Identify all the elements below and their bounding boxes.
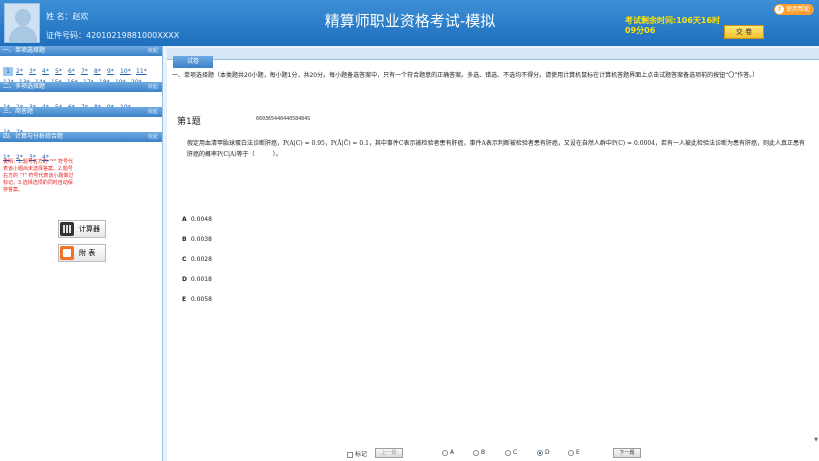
question-sections: 一、单项选择题收起12*3*4*5*6*7*8*9*10*11*12*13*14… xyxy=(0,46,162,161)
answer-radio-label: D xyxy=(545,449,550,456)
section-header: 一、单项选择题 收起 xyxy=(0,46,162,56)
answer-option[interactable]: D 0.0018 xyxy=(182,276,212,296)
candidate-name-label: 姓 名： xyxy=(46,12,73,21)
section-header: 四、计算与分析综合题 收起 xyxy=(0,132,162,142)
next-question-button[interactable]: 下一题 xyxy=(613,448,641,458)
answer-radio-item[interactable]: B xyxy=(473,449,485,456)
legend-note: 说明：1.题号右方的 "*" 符号代表该小题尚未选择答案。2.题号右方的 "?"… xyxy=(3,159,74,193)
tab-paper[interactable]: 试卷 xyxy=(173,56,213,68)
bottom-toolbar: 标记 上一题 A B C D E 下一题 xyxy=(167,448,819,461)
time-remaining: 考试剩余时间:106天16时 09分06 xyxy=(625,16,721,36)
answer-radio-item[interactable]: E xyxy=(568,449,580,456)
candidate-id-label: 证件号码： xyxy=(46,31,86,40)
section-title: 三、简答题 xyxy=(3,108,34,115)
scroll-down-icon[interactable]: ▼ xyxy=(814,437,818,443)
submit-exam-button[interactable]: 交 卷 xyxy=(724,25,764,39)
option-letter: C xyxy=(182,256,187,263)
question-number-row: 1*2* xyxy=(3,119,162,136)
collapse-section-button[interactable]: 收起 xyxy=(148,132,158,142)
option-letter: D xyxy=(182,276,187,283)
question-stem: 假定用血清甲胎球蛋白法诊断肝癌，P(A|C) = 0.95，P(Ā|C̄) = … xyxy=(187,140,805,158)
exam-title: 精算师职业资格考试-模拟 xyxy=(324,12,496,30)
vertical-scrollbar[interactable] xyxy=(814,61,819,441)
section-title: 一、单项选择题 xyxy=(3,47,46,54)
section-header: 二、多项选择题 收起 xyxy=(0,82,162,92)
candidate-id-value: 42010219881000XXXX xyxy=(86,31,180,40)
help-label: 使用帮助 xyxy=(786,6,811,13)
collapse-section-button[interactable]: 收起 xyxy=(148,107,158,117)
calculator-label: 计算器 xyxy=(79,225,100,233)
candidate-name-value: 赵欢 xyxy=(72,12,89,21)
option-text: 0.0058 xyxy=(190,296,212,303)
answer-radio-item[interactable]: D xyxy=(537,449,550,456)
answer-radio-item[interactable]: C xyxy=(505,449,517,456)
answer-radio-label: B xyxy=(481,449,486,456)
prev-question-button[interactable]: 上一题 xyxy=(375,448,403,458)
option-text: 0.0028 xyxy=(190,256,212,263)
answer-radio-label: E xyxy=(576,449,580,456)
question-number-row: 1* 2* 3* 4* xyxy=(3,144,162,161)
section-question-list: 1*2*3*4*5*6*7*8*9*10* xyxy=(0,92,162,111)
question-number-row: 1*2*3*4*5*6*7*8*9*10* xyxy=(3,94,162,111)
section-question-list: 1*2* xyxy=(0,117,162,136)
mark-label: 标记 xyxy=(355,451,368,458)
question-nav-sidebar: 一、单项选择题收起12*3*4*5*6*7*8*9*10*11*12*13*14… xyxy=(0,46,163,461)
section-question-list: 12*3*4*5*6*7*8*9*10*11*12*13*14*15*16*17… xyxy=(0,56,162,86)
section-header: 三、简答题 收起 xyxy=(0,107,162,117)
answer-radio[interactable] xyxy=(505,449,511,456)
option-letter: E xyxy=(182,296,187,303)
answer-options: A 0.0048 B 0.0038 C 0.0028 D 0.0018 E 0.0058 xyxy=(182,216,212,316)
answer-radio-label: C xyxy=(513,449,518,456)
section-instructions: 一、单项选择题（本类题共20小题，每小题1分，共20分。每小题备选答案中，只有一… xyxy=(172,72,759,79)
answer-option[interactable]: E 0.0058 xyxy=(182,296,212,316)
question-title: 第1题 xyxy=(177,117,201,127)
attachment-label: 附 表 xyxy=(79,249,96,257)
answer-radio[interactable] xyxy=(473,449,479,456)
question-number-row: 12*13*14*15*16*17*18*19*20* xyxy=(3,69,162,86)
mark-checkbox[interactable] xyxy=(347,451,353,458)
exam-header: 姓 名：赵欢 证件号码：42010219881000XXXX 精算师职业资格考试… xyxy=(0,0,819,46)
question-code: 66036544044058484S xyxy=(256,116,311,122)
question-panel: 试卷 一、单项选择题（本类题共20小题，每小题1分，共20分。每小题备选答案中，… xyxy=(167,48,819,461)
option-text: 0.0048 xyxy=(190,216,212,223)
help-button[interactable]: ? 使用帮助 xyxy=(774,4,815,15)
answer-radio-item[interactable]: A xyxy=(442,449,454,456)
time-remaining-line2: 09分06 xyxy=(625,26,656,35)
answer-option[interactable]: C 0.0028 xyxy=(182,256,212,276)
table-icon xyxy=(60,246,74,260)
answer-option[interactable]: A 0.0048 xyxy=(182,216,212,236)
attachment-table-button[interactable]: 附 表 xyxy=(58,244,106,262)
collapse-section-button[interactable]: 收起 xyxy=(148,82,158,92)
help-icon: ? xyxy=(775,5,784,14)
calculator-button[interactable]: 计算器 xyxy=(58,220,106,238)
option-letter: B xyxy=(182,236,187,243)
collapse-section-button[interactable]: 收起 xyxy=(148,46,158,56)
section-title: 二、多项选择题 xyxy=(3,83,46,90)
answer-radio[interactable] xyxy=(442,449,448,456)
section-title: 四、计算与分析综合题 xyxy=(3,133,64,140)
option-text: 0.0038 xyxy=(190,236,212,243)
option-letter: A xyxy=(182,216,187,223)
question-number-row: 1 2* 3* 4* 5* 6* 7* 8* 9* 10* 11* xyxy=(3,58,162,76)
mark-question-toggle[interactable]: 标记 xyxy=(347,449,367,458)
section-question-list: 1* 2* 3* 4* xyxy=(0,142,162,161)
avatar-head-shape xyxy=(15,9,31,26)
calculator-icon xyxy=(60,222,74,236)
answer-radio[interactable] xyxy=(537,449,543,456)
answer-option[interactable]: B 0.0038 xyxy=(182,236,212,256)
answer-radio-label: A xyxy=(450,449,455,456)
candidate-name: 姓 名：赵欢 xyxy=(46,11,89,22)
answer-radio[interactable] xyxy=(568,449,574,456)
avatar-body-shape xyxy=(9,26,37,42)
time-remaining-line1: 考试剩余时间:106天16时 xyxy=(625,16,721,25)
option-text: 0.0018 xyxy=(190,276,212,283)
candidate-avatar xyxy=(4,3,40,43)
candidate-id: 证件号码：42010219881000XXXX xyxy=(46,30,179,41)
tab-bar: 试卷 xyxy=(167,48,819,68)
